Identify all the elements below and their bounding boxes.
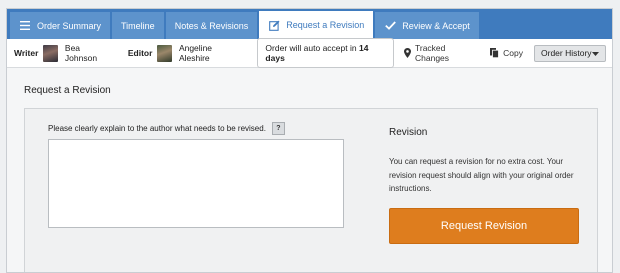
tab-label: Notes & Revisions xyxy=(174,20,249,31)
revision-description: You can request a revision for no extra … xyxy=(389,157,574,193)
tab-review-accept[interactable]: Review & Accept xyxy=(375,12,479,39)
revision-textarea[interactable] xyxy=(48,139,344,228)
writer-avatar xyxy=(43,44,58,62)
menu-icon xyxy=(19,20,31,32)
writer-name: Bea Johnson xyxy=(64,43,98,63)
tab-notes-revisions[interactable]: Notes & Revisions xyxy=(165,12,258,39)
edit-icon xyxy=(268,19,280,31)
revision-panel: Please clearly explain to the author wha… xyxy=(24,108,598,272)
request-revision-button[interactable]: Request Revision xyxy=(389,208,579,244)
tab-label: Review & Accept xyxy=(402,20,470,31)
tab-bar: Order Summary Timeline Notes & Revisions… xyxy=(7,9,612,39)
tracked-changes-label: Tracked Changes xyxy=(415,43,450,63)
instruction-row: Please clearly explain to the author wha… xyxy=(48,122,285,135)
editor-avatar xyxy=(157,44,172,62)
copy-icon xyxy=(490,48,500,58)
tab-label: Request a Revision xyxy=(286,20,365,30)
writer-label: Writer xyxy=(14,48,39,58)
tab-label: Timeline xyxy=(121,20,155,31)
order-history-dropdown[interactable]: Order History xyxy=(534,44,606,62)
tab-timeline[interactable]: Timeline xyxy=(112,12,164,39)
editor-name: Angeline Aleshire xyxy=(178,43,213,63)
section-title: Request a Revision xyxy=(24,85,111,96)
tracked-changes-link[interactable]: Tracked Changes xyxy=(404,43,479,63)
tab-label: Order Summary xyxy=(37,20,102,31)
tab-order-summary[interactable]: Order Summary xyxy=(10,12,111,39)
order-info-bar: Writer Bea Johnson Editor Angeline Alesh… xyxy=(7,38,612,68)
location-pin-icon xyxy=(404,48,411,58)
revision-title: Revision xyxy=(389,127,428,138)
copy-link[interactable]: Copy xyxy=(490,48,523,58)
auto-accept-badge: Order will auto accept in 14 days xyxy=(257,38,394,68)
help-icon[interactable]: ? xyxy=(271,122,285,135)
order-history-label: Order History xyxy=(541,48,592,58)
caret-down-icon xyxy=(592,48,599,58)
tab-request-revision[interactable]: Request a Revision xyxy=(259,11,374,39)
main-content: Request a Revision Please clearly explai… xyxy=(7,68,612,272)
copy-label: Copy xyxy=(503,48,524,58)
auto-accept-text: Order will auto accept in xyxy=(265,43,357,53)
editor-label: Editor xyxy=(127,48,153,58)
order-window: Order Summary Timeline Notes & Revisions… xyxy=(6,8,613,273)
checkmark-icon xyxy=(384,20,396,32)
instruction-text: Please clearly explain to the author wha… xyxy=(48,124,266,133)
